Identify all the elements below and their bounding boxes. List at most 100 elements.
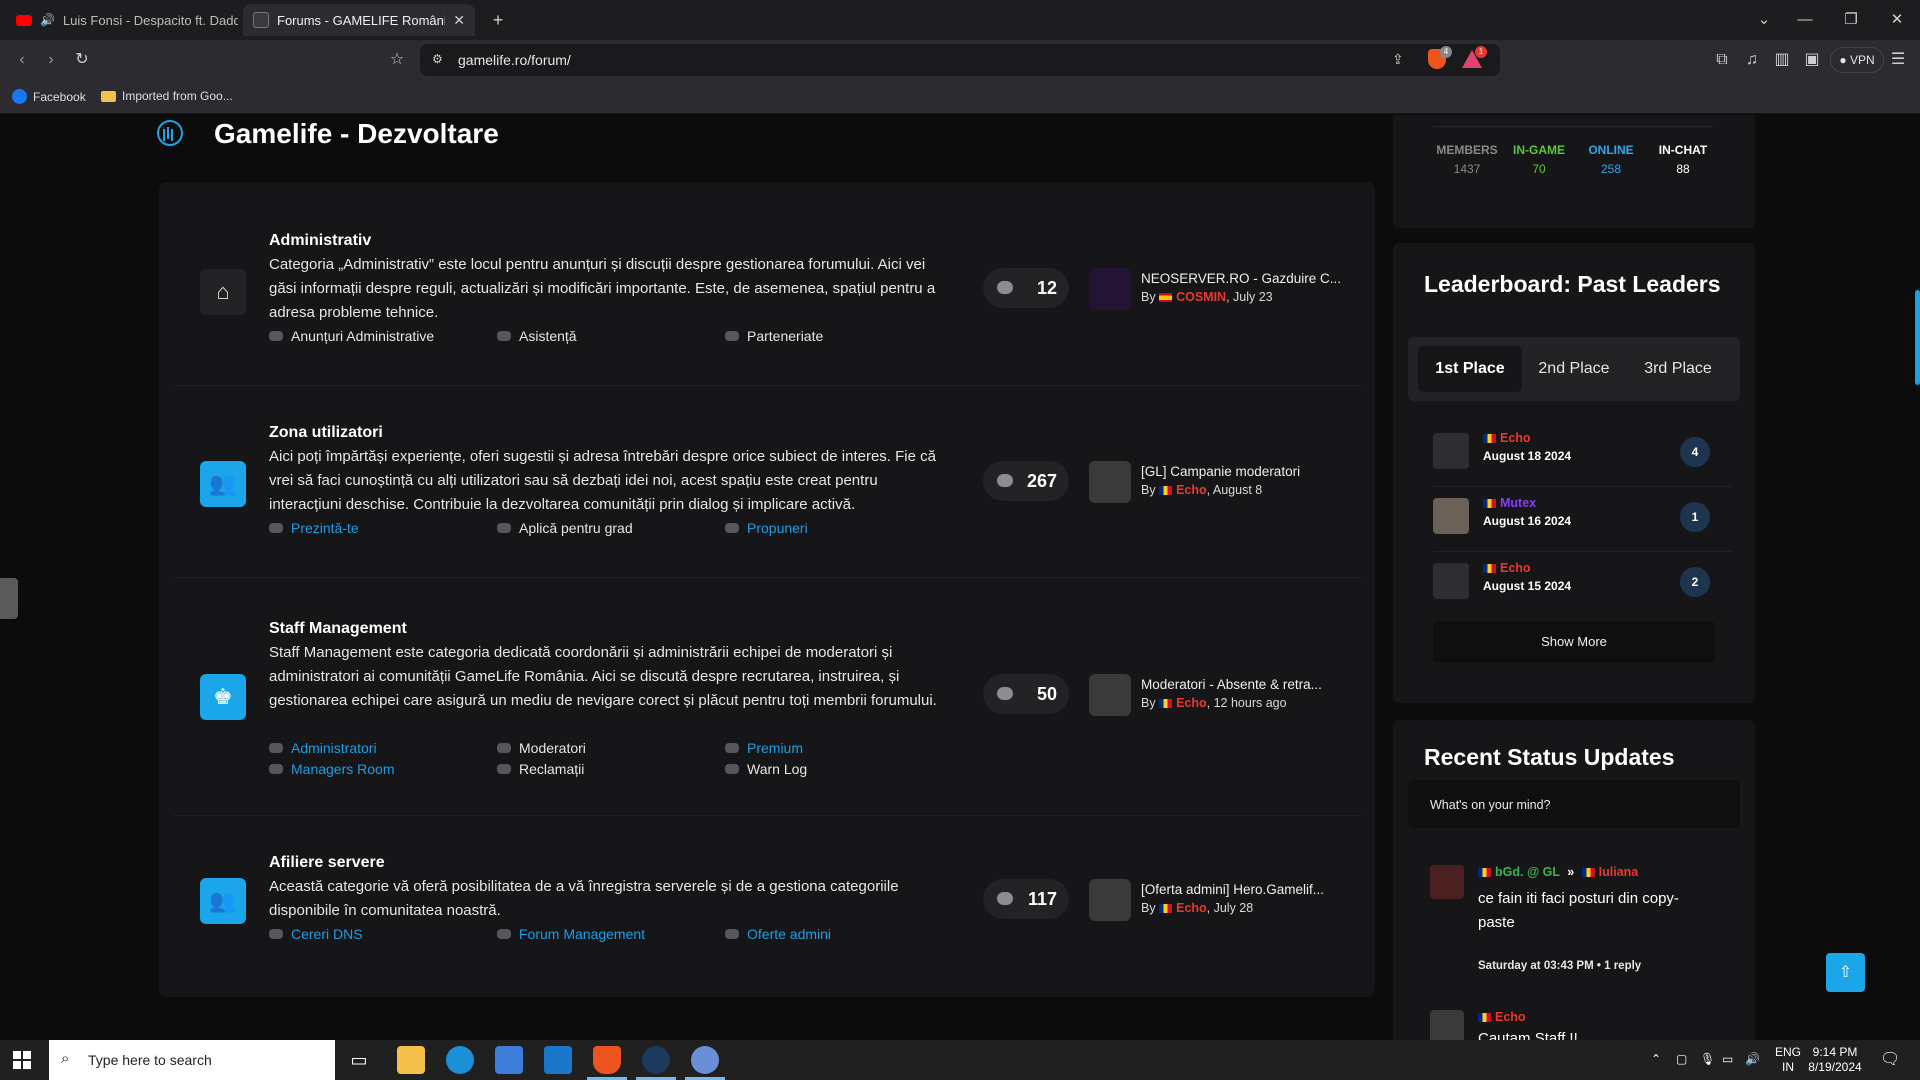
forum-title[interactable]: Zona utilizatori bbox=[269, 424, 383, 442]
bookmark-icon[interactable]: ☆ bbox=[385, 48, 409, 72]
clock[interactable]: 9:14 PM 8/19/2024 bbox=[1805, 1045, 1865, 1075]
status-author[interactable]: bGd. @ GL bbox=[1495, 865, 1560, 879]
status-text: Cautam Staff !! bbox=[1478, 1030, 1578, 1040]
status-author[interactable]: Echo bbox=[1478, 1010, 1526, 1024]
last-post-date: , 12 hours ago bbox=[1206, 696, 1287, 710]
tray-chevron-icon[interactable]: ⌃ bbox=[1651, 1052, 1661, 1067]
last-post-user[interactable]: COSMIN bbox=[1176, 290, 1226, 304]
forum-title[interactable]: Afiliere servere bbox=[269, 854, 385, 872]
share-icon[interactable]: ⇪ bbox=[1392, 51, 1404, 68]
address-bar[interactable]: ⚙ gamelife.ro/forum/ ⇪ 4 1 bbox=[420, 44, 1500, 76]
subforum-link[interactable]: Anunțuri Administrative bbox=[269, 328, 434, 344]
url-text[interactable]: gamelife.ro/forum/ bbox=[458, 52, 571, 68]
tab-1st-place[interactable]: 1st Place bbox=[1418, 346, 1522, 392]
last-post-title[interactable]: NEOSERVER.RO - Gazduire C... bbox=[1141, 271, 1351, 286]
avatar[interactable] bbox=[1430, 1010, 1464, 1040]
mail-icon[interactable] bbox=[544, 1046, 572, 1074]
menu-icon[interactable]: ☰ bbox=[1886, 48, 1910, 72]
extensions-icon[interactable]: ⧉ bbox=[1710, 48, 1734, 72]
last-post-user[interactable]: Echo bbox=[1176, 901, 1207, 915]
last-post-title[interactable]: [GL] Campanie moderatori bbox=[1141, 464, 1351, 479]
media-icon[interactable]: ♫ bbox=[1740, 48, 1764, 72]
last-post-avatar[interactable] bbox=[1089, 674, 1131, 716]
back-button[interactable]: ‹ bbox=[10, 48, 34, 72]
tab-2nd-place[interactable]: 2nd Place bbox=[1522, 346, 1626, 392]
volume-icon[interactable]: 🔊 bbox=[1745, 1052, 1760, 1067]
youtube-icon bbox=[16, 14, 32, 26]
forward-button[interactable]: › bbox=[39, 48, 63, 72]
store-icon[interactable] bbox=[495, 1046, 523, 1074]
bookmark-folder-imported[interactable]: Imported from Goo... bbox=[101, 89, 233, 103]
avatar[interactable] bbox=[1433, 563, 1469, 599]
tray-app-icon[interactable]: ▢ bbox=[1676, 1052, 1687, 1067]
file-explorer-icon[interactable] bbox=[397, 1046, 425, 1074]
status-input[interactable]: What's on your mind? bbox=[1408, 780, 1740, 828]
forum-title[interactable]: Staff Management bbox=[269, 620, 407, 638]
last-post-avatar[interactable] bbox=[1089, 879, 1131, 921]
windows-start-icon[interactable] bbox=[13, 1051, 31, 1069]
subforum-link[interactable]: Aplică pentru grad bbox=[497, 520, 633, 536]
subforum-link[interactable]: Warn Log bbox=[725, 761, 807, 777]
last-post-user[interactable]: Echo bbox=[1176, 483, 1207, 497]
tab-list-chevron-icon[interactable]: ⌄ bbox=[1752, 8, 1776, 32]
speaker-icon[interactable]: 🔊 bbox=[40, 13, 55, 27]
tab-3rd-place[interactable]: 3rd Place bbox=[1626, 346, 1730, 392]
subforum-link[interactable]: Moderatori bbox=[497, 740, 586, 756]
subforum-link[interactable]: Oferte admini bbox=[725, 926, 831, 942]
close-tab-icon[interactable]: ✕ bbox=[453, 12, 465, 29]
last-post-avatar[interactable] bbox=[1089, 461, 1131, 503]
side-drawer-handle[interactable] bbox=[0, 578, 18, 619]
close-window-button[interactable]: ✕ bbox=[1885, 8, 1909, 32]
leader-name[interactable]: Echo bbox=[1483, 561, 1531, 575]
scroll-to-top-button[interactable]: ⇧ bbox=[1826, 953, 1865, 992]
stat-value: 258 bbox=[1600, 162, 1622, 176]
steam-icon[interactable] bbox=[642, 1046, 670, 1074]
subforum-link[interactable]: Prezintă-te bbox=[269, 520, 359, 536]
subforum-link[interactable]: Parteneriate bbox=[725, 328, 823, 344]
microphone-icon[interactable]: 🎙 bbox=[1700, 1052, 1715, 1067]
last-post-title[interactable]: Moderatori - Absente & retra... bbox=[1141, 677, 1351, 692]
last-post-title[interactable]: [Oferta admini] Hero.Gamelif... bbox=[1141, 882, 1351, 897]
new-tab-button[interactable]: + bbox=[486, 8, 510, 32]
vpn-button[interactable]: ● VPN bbox=[1830, 47, 1884, 73]
subforum-link[interactable]: Premium bbox=[725, 740, 803, 756]
subforum-link[interactable]: Reclamații bbox=[497, 761, 584, 777]
minimize-button[interactable]: — bbox=[1793, 8, 1817, 32]
section-title[interactable]: Gamelife - Dezvoltare bbox=[214, 118, 499, 150]
reload-button[interactable]: ↻ bbox=[70, 48, 94, 72]
leader-name-text: Mutex bbox=[1500, 496, 1537, 510]
leader-name[interactable]: Mutex bbox=[1483, 496, 1536, 510]
tab-youtube[interactable]: 🔊 Luis Fonsi - Despacito ft. Daddy bbox=[6, 4, 238, 36]
network-icon[interactable]: ▭ bbox=[1722, 1052, 1733, 1067]
wallet-icon[interactable]: ▣ bbox=[1800, 48, 1824, 72]
restore-button[interactable]: ❐ bbox=[1839, 8, 1863, 32]
avatar[interactable] bbox=[1433, 498, 1469, 534]
sidebar-icon[interactable]: ▥ bbox=[1770, 48, 1794, 72]
subforum-link[interactable]: Administratori bbox=[269, 740, 377, 756]
last-post-avatar[interactable] bbox=[1089, 268, 1131, 310]
avatar[interactable] bbox=[1430, 865, 1464, 899]
notifications-icon[interactable]: 🗨 bbox=[1880, 1052, 1900, 1068]
subforum-link[interactable]: Cereri DNS bbox=[269, 926, 363, 942]
app-icon[interactable] bbox=[691, 1046, 719, 1074]
edge-icon[interactable] bbox=[446, 1046, 474, 1074]
subforum-link[interactable]: Forum Management bbox=[497, 926, 645, 942]
forum-title[interactable]: Administrativ bbox=[269, 232, 371, 250]
scrollbar-thumb[interactable] bbox=[1915, 290, 1920, 385]
status-meta[interactable]: Saturday at 03:43 PM • 1 reply bbox=[1478, 960, 1641, 972]
avatar[interactable] bbox=[1433, 433, 1469, 469]
task-view-icon[interactable]: ▭ bbox=[345, 1046, 373, 1074]
subforum-link[interactable]: Managers Room bbox=[269, 761, 395, 777]
taskbar-search-box[interactable]: ⌕ Type here to search bbox=[49, 1040, 335, 1080]
status-target[interactable]: Iuliana bbox=[1599, 865, 1639, 879]
tab-forums[interactable]: Forums - GAMELIFE România ✕ bbox=[243, 4, 475, 36]
brave-icon[interactable] bbox=[593, 1046, 621, 1074]
language-indicator[interactable]: ENG IN bbox=[1773, 1045, 1803, 1075]
site-settings-icon[interactable]: ⚙ bbox=[432, 52, 443, 66]
show-more-button[interactable]: Show More bbox=[1433, 621, 1715, 663]
subforum-link[interactable]: Asistență bbox=[497, 328, 577, 344]
leader-name[interactable]: Echo bbox=[1483, 431, 1531, 445]
subforum-link[interactable]: Propuneri bbox=[725, 520, 808, 536]
last-post-user[interactable]: Echo bbox=[1176, 696, 1207, 710]
bookmark-facebook[interactable]: Facebook bbox=[12, 89, 86, 104]
